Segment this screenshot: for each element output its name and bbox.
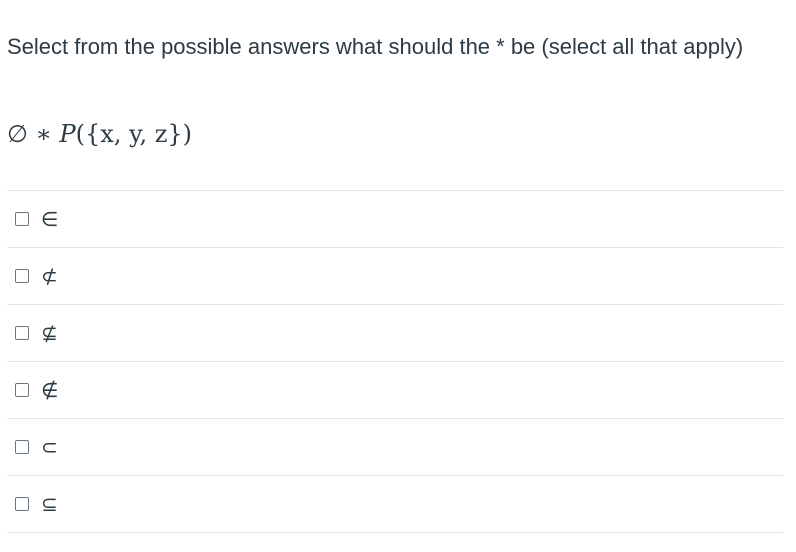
answer-label: ⊄: [41, 264, 58, 288]
answer-label: ∈: [41, 207, 59, 231]
checkbox[interactable]: [15, 269, 29, 283]
power-set-function: P: [59, 120, 76, 148]
math-expression: ∅ ∗ P({x, y, z}): [7, 114, 192, 154]
checkbox[interactable]: [15, 383, 29, 397]
answer-option[interactable]: ⊈: [7, 305, 783, 362]
answer-option[interactable]: ⊂: [7, 419, 783, 476]
answer-list: ∈ ⊄ ⊈ ∉ ⊂ ⊆: [7, 190, 783, 533]
set-argument: ({x, y, z}): [75, 120, 192, 148]
answer-label: ⊂: [41, 435, 58, 459]
answer-label: ⊈: [41, 321, 58, 345]
checkbox[interactable]: [15, 326, 29, 340]
checkbox[interactable]: [15, 212, 29, 226]
question-prompt: Select from the possible answers what sh…: [7, 34, 744, 59]
empty-set-symbol: ∅: [7, 120, 28, 148]
checkbox[interactable]: [15, 440, 29, 454]
answer-label: ⊆: [41, 492, 58, 516]
answer-label: ∉: [41, 378, 59, 402]
checkbox[interactable]: [15, 497, 29, 511]
answer-option[interactable]: ⊆: [7, 476, 783, 533]
answer-option[interactable]: ⊄: [7, 248, 783, 305]
answer-option[interactable]: ∈: [7, 191, 783, 248]
answer-option[interactable]: ∉: [7, 362, 783, 419]
operator-placeholder: ∗: [35, 120, 52, 148]
